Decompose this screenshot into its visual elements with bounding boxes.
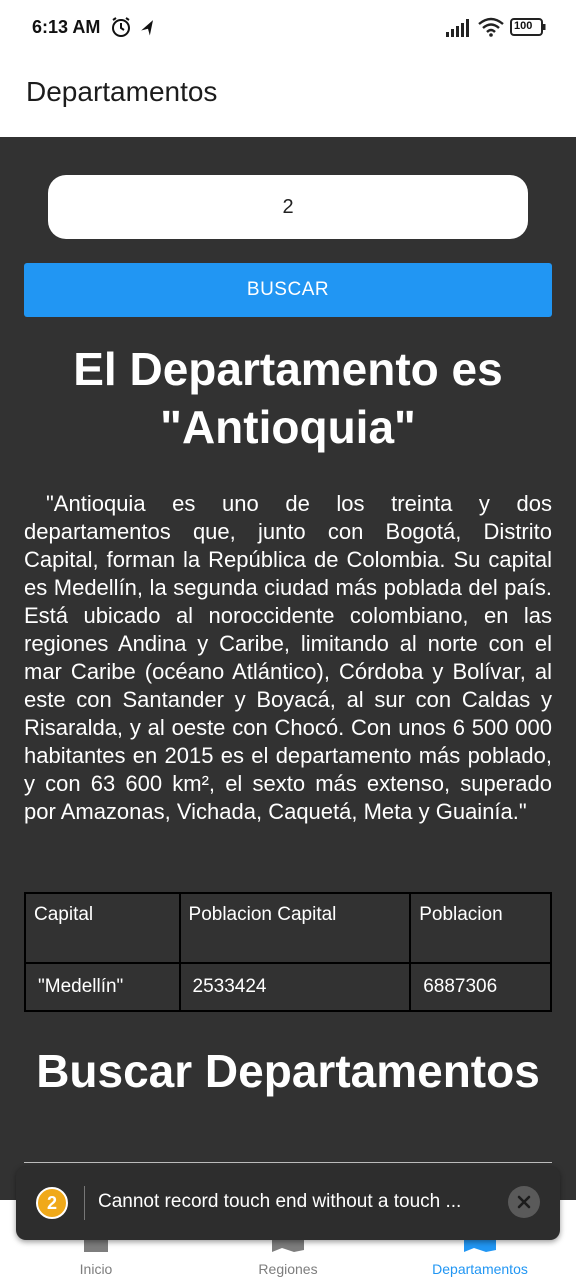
department-description: "Antioquia es uno de los treinta y dos d…: [24, 491, 552, 824]
department-table: Capital Poblacion Capital Poblacion "Med…: [24, 892, 552, 1012]
table-cell: 2533424: [180, 964, 410, 1010]
toast-message: Cannot record touch end without a touch …: [98, 1191, 462, 1212]
close-icon: [517, 1195, 531, 1209]
toast-badge: 2: [36, 1187, 68, 1219]
wifi-icon: [478, 17, 504, 37]
navigation-icon: [141, 20, 153, 36]
table-header-cell: Poblacion: [411, 894, 550, 962]
status-time: 6:13 AM: [32, 17, 101, 37]
alarm-icon: [112, 17, 130, 37]
table-row: "Medellín" 2533424 6887306: [26, 964, 550, 1010]
page-title: Departamentos: [26, 76, 218, 107]
toast-separator: [84, 1186, 85, 1220]
main-content[interactable]: BUSCAR El Departamento es "Antioquia" "A…: [0, 137, 576, 1200]
result-title: El Departamento es "Antioquia": [73, 343, 503, 453]
signal-icon: [446, 19, 469, 37]
search-input[interactable]: [48, 175, 528, 239]
table-cell: "Medellín": [26, 964, 179, 1010]
nav-label: Regiones: [258, 1261, 318, 1277]
divider: [24, 1162, 552, 1163]
section-title: Buscar Departamentos: [36, 1045, 540, 1097]
toast-notification[interactable]: 2 Cannot record touch end without a touc…: [16, 1166, 560, 1240]
search-button[interactable]: BUSCAR: [24, 263, 552, 317]
app-bar: Departamentos: [0, 56, 576, 136]
table-cell: 6887306: [411, 964, 550, 1010]
battery-level: 100: [514, 20, 533, 32]
nav-label: Inicio: [79, 1261, 113, 1277]
status-bar: 6:13 AM 100: [0, 0, 576, 56]
table-header-cell: Capital: [26, 894, 179, 962]
table-header-row: Capital Poblacion Capital Poblacion: [26, 894, 550, 962]
close-button[interactable]: [508, 1186, 540, 1218]
table-header-cell: Poblacion Capital: [180, 894, 410, 962]
nav-label: Departamentos: [432, 1261, 528, 1277]
